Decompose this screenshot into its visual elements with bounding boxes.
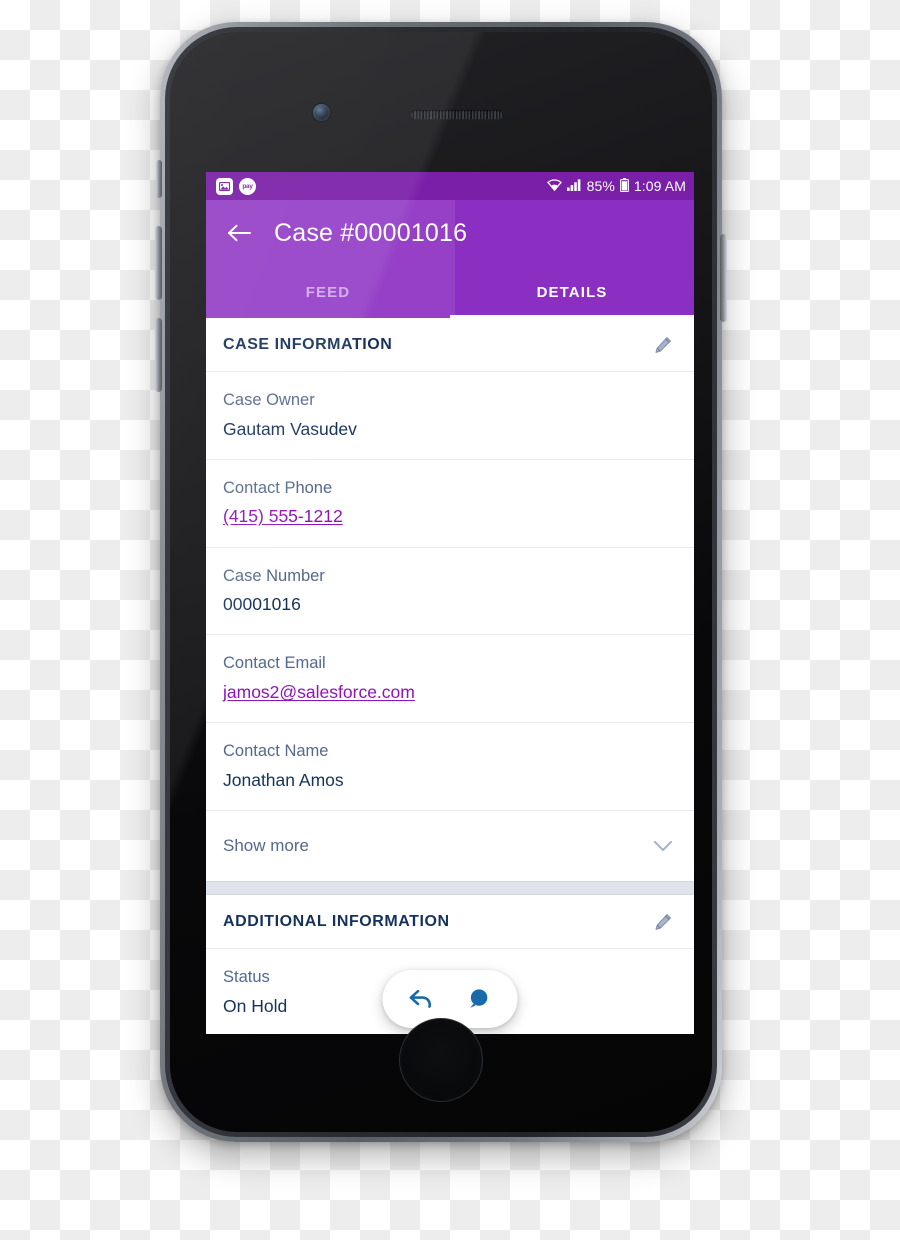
field-value: Gautam Vasudev — [223, 418, 357, 439]
phone-device-mockup: pay 85% 1:09 AM Case #00001016 FEED DETA… — [155, 22, 727, 1142]
volume-up-button[interactable] — [155, 226, 162, 300]
tab-feed[interactable]: FEED — [206, 266, 450, 318]
tab-details[interactable]: DETAILS — [450, 266, 694, 318]
field-contact-email: Contact Email jamos2@salesforce.com — [206, 635, 694, 724]
status-bar: pay 85% 1:09 AM — [206, 172, 694, 200]
pencil-edit-icon[interactable] — [650, 332, 676, 358]
section-header-case-information: CASE INFORMATION — [206, 318, 694, 372]
page-root: pay 85% 1:09 AM Case #00001016 FEED DETA… — [0, 0, 900, 1240]
field-contact-phone: Contact Phone (415) 555-1212 — [206, 459, 694, 548]
battery-percent-label: 85% — [586, 178, 615, 194]
wifi-icon — [546, 178, 562, 194]
field-label: Contact Phone — [223, 478, 333, 497]
show-more-button[interactable]: Show more — [206, 811, 694, 882]
earpiece-speaker-icon — [411, 110, 503, 119]
volume-down-button[interactable] — [155, 318, 162, 392]
field-value: Jonathan Amos — [223, 769, 344, 790]
field-value: 00001016 — [223, 594, 301, 615]
details-content: CASE INFORMATION Case Owner Gautam Vasud… — [206, 318, 694, 1034]
field-case-number: Case Number 00001016 — [206, 547, 694, 636]
phone-screen: pay 85% 1:09 AM Case #00001016 FEED DETA… — [206, 172, 694, 1034]
battery-icon — [619, 177, 629, 195]
power-button[interactable] — [720, 234, 727, 322]
app-bar: Case #00001016 — [206, 200, 694, 266]
home-button[interactable] — [399, 1018, 483, 1102]
photo-notification-icon — [216, 177, 233, 195]
status-bar-clock: 1:09 AM — [633, 178, 686, 194]
section-title: ADDITIONAL INFORMATION — [223, 912, 450, 930]
tab-bar: FEED DETAILS — [206, 266, 694, 318]
field-label: Case Owner — [223, 391, 315, 409]
section-divider — [206, 881, 694, 896]
field-label: Contact Name — [223, 742, 329, 761]
field-value-email-link[interactable]: jamos2@salesforce.com — [223, 679, 676, 705]
chevron-down-icon[interactable] — [650, 833, 676, 859]
section-header-additional-information: ADDITIONAL INFORMATION — [206, 895, 694, 950]
section-title: CASE INFORMATION — [223, 335, 393, 353]
device-glass-front: pay 85% 1:09 AM Case #00001016 FEED DETA… — [170, 32, 712, 1132]
pay-label: pay — [242, 182, 253, 190]
reply-arrow-icon[interactable] — [401, 979, 441, 1019]
field-label: Contact Email — [223, 654, 326, 673]
chat-bubble-icon[interactable] — [459, 979, 499, 1019]
status-bar-notifications: pay — [216, 177, 256, 195]
silent-switch[interactable] — [156, 160, 162, 198]
show-more-label: Show more — [223, 836, 309, 856]
field-value-phone-link[interactable]: (415) 555-1212 — [223, 503, 676, 529]
pencil-edit-icon[interactable] — [650, 909, 676, 935]
cellular-signal-icon — [566, 178, 582, 194]
field-label: Case Number — [223, 566, 325, 585]
field-case-owner: Case Owner Gautam Vasudev — [206, 372, 694, 460]
front-camera-icon — [313, 104, 330, 121]
back-arrow-icon[interactable] — [222, 216, 256, 250]
field-contact-name: Contact Name Jonathan Amos — [206, 723, 694, 812]
status-bar-indicators: 85% 1:09 AM — [546, 177, 686, 195]
page-title: Case #00001016 — [274, 218, 468, 247]
google-pay-notification-icon: pay — [239, 177, 256, 195]
